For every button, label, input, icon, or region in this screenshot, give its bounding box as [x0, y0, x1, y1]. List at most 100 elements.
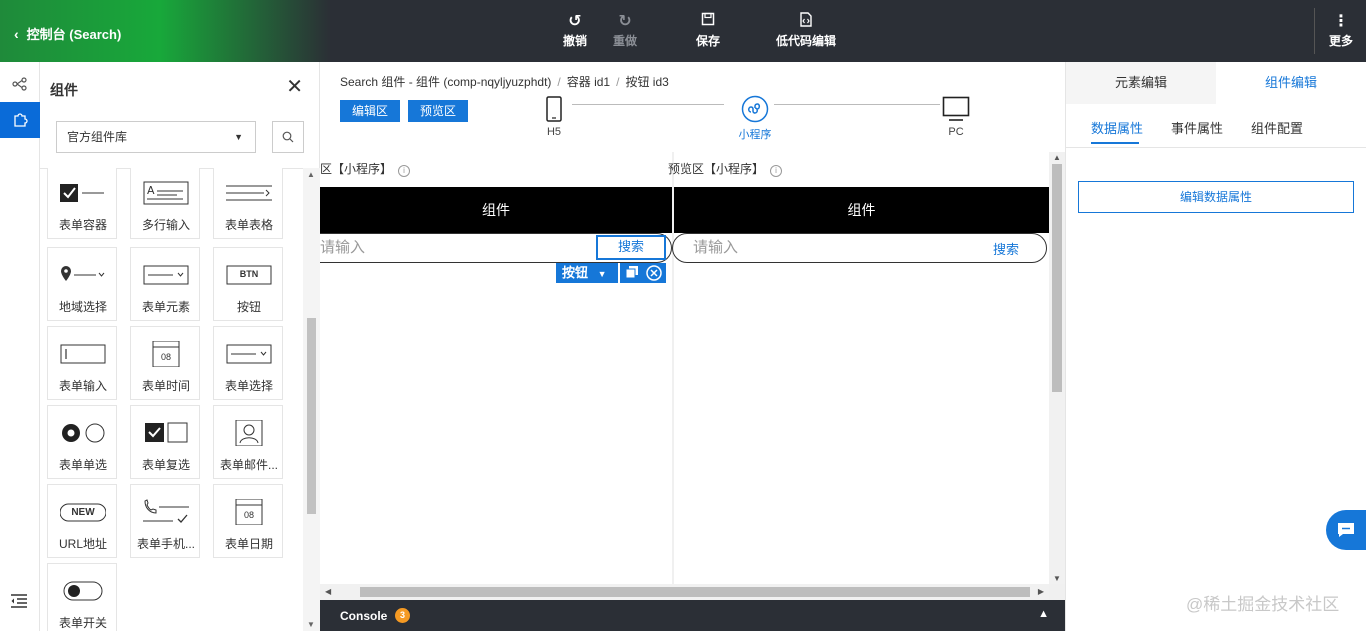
component-card-form-element[interactable]: 表单元素 — [130, 247, 200, 321]
collapse-menu-icon[interactable] — [10, 594, 28, 613]
scroll-down-arrow-icon[interactable]: ▼ — [307, 620, 315, 629]
breadcrumb-button[interactable]: 按钮 id3 — [625, 75, 668, 89]
redo-button[interactable]: ↻ 重做 — [595, 12, 655, 49]
component-card-form-table[interactable]: 表单表格 — [213, 168, 283, 239]
component-card-date[interactable]: 08 表单日期 — [213, 484, 283, 558]
scroll-right-arrow-icon[interactable]: ▶ — [1038, 587, 1044, 596]
device-miniapp[interactable]: 小程序 — [735, 92, 775, 142]
component-card-region-select[interactable]: 地域选择 — [47, 247, 117, 321]
component-card-radio[interactable]: 表单单选 — [47, 405, 117, 479]
breadcrumb-container[interactable]: 容器 id1 — [567, 75, 610, 89]
component-card-form-input[interactable]: 表单输入 — [47, 326, 117, 400]
breadcrumb-root[interactable]: Search 组件 - 组件 (comp-nqyljyuzphdt) — [340, 75, 551, 89]
scroll-up-arrow-icon[interactable]: ▲ — [1053, 153, 1061, 162]
panel-scrollbar-thumb[interactable] — [307, 318, 316, 514]
close-icon[interactable]: ✕ — [286, 74, 303, 99]
save-button[interactable]: 保存 — [678, 12, 738, 49]
info-icon[interactable]: i — [770, 165, 783, 177]
preview-view: 预览区【小程序】 i 组件 请输入 搜索 — [668, 152, 1049, 600]
component-toolbar-label[interactable]: 按钮 ▼ — [556, 263, 618, 283]
canvas-horizontal-scrollbar[interactable]: ◀ ▶ — [320, 584, 1049, 600]
subtab-component-config[interactable]: 组件配置 — [1251, 118, 1303, 137]
subtab-event-props[interactable]: 事件属性 — [1171, 118, 1223, 137]
selected-search-button[interactable]: 搜索 — [596, 235, 666, 260]
component-card-label: 多行输入 — [141, 218, 190, 232]
chevron-left-icon: ‹ — [14, 25, 19, 42]
panel-scrollbar[interactable]: ▲ ▼ — [303, 168, 320, 631]
canvas-horizontal-scrollbar-thumb[interactable] — [360, 587, 1030, 597]
url-thumb-text: NEW — [71, 507, 95, 518]
scroll-down-arrow-icon[interactable]: ▼ — [1053, 574, 1061, 583]
component-card-label: 按钮 — [236, 300, 261, 314]
component-card-label: 表单复选 — [141, 458, 190, 472]
form-time-icon: 08 — [143, 340, 189, 368]
edit-view[interactable]: 区【小程序】 i 组件 请输入 搜索 按钮 ▼ — [320, 152, 672, 600]
component-card-label: 表单输入 — [58, 379, 107, 393]
more-label: 更多 — [1328, 34, 1353, 48]
component-card-label: 表单手机... — [136, 537, 195, 551]
subtab-data-props[interactable]: 数据属性 — [1091, 118, 1143, 137]
edit-zone-tab[interactable]: 编辑区 — [340, 100, 400, 122]
tab-component-edit[interactable]: 组件编辑 — [1216, 62, 1366, 104]
region-select-icon — [60, 262, 106, 288]
search-icon — [282, 131, 294, 143]
chat-button[interactable] — [1326, 510, 1366, 550]
console-bar[interactable]: Console 3 ▲ — [320, 600, 1065, 631]
component-search-button[interactable] — [272, 121, 304, 153]
lowcode-edit-button[interactable]: 低代码编辑 — [766, 12, 846, 49]
device-h5[interactable]: H5 — [534, 92, 574, 138]
edit-view-label-text: 区【小程序】 — [320, 162, 393, 176]
left-rail — [0, 62, 40, 631]
component-panel: 组件 ✕ 官方组件库 ▼ 表单容器 A 多行输入 表单表格 地域选择 表单元素 … — [40, 62, 320, 631]
component-card-phone[interactable]: 表单手机... — [130, 484, 200, 558]
copy-icon[interactable] — [625, 265, 639, 285]
button-icon: BTN — [226, 262, 272, 288]
edit-data-props-button[interactable]: 编辑数据属性 — [1078, 181, 1354, 213]
preview-search-button[interactable]: 搜索 — [993, 236, 1019, 264]
info-icon[interactable]: i — [398, 165, 411, 177]
svg-text:A: A — [147, 184, 155, 197]
preview-zone-tab[interactable]: 预览区 — [408, 100, 468, 122]
more-button[interactable]: ⋮ 更多 — [1311, 12, 1366, 49]
library-select[interactable]: 官方组件库 ▼ — [56, 121, 256, 153]
radio-icon — [60, 420, 106, 446]
component-card-form-container[interactable]: 表单容器 — [47, 168, 117, 239]
back-button[interactable]: ‹ 控制台 (Search) — [14, 24, 121, 43]
component-card-checkbox[interactable]: 表单复选 — [130, 405, 200, 479]
console-badge: 3 — [395, 608, 410, 623]
component-card-switch[interactable]: 表单开关 — [47, 563, 117, 631]
edit-view-label: 区【小程序】 i — [320, 160, 411, 177]
component-puzzle-icon[interactable] — [0, 102, 40, 138]
breadcrumb: Search 组件 - 组件 (comp-nqyljyuzphdt) / 容器 id… — [340, 75, 669, 89]
component-card-email[interactable]: 表单邮件... — [213, 405, 283, 479]
scroll-up-arrow-icon[interactable]: ▲ — [307, 170, 315, 179]
canvas-vertical-scrollbar[interactable]: ▲ ▼ — [1049, 152, 1065, 584]
more-vertical-icon: ⋮ — [1333, 13, 1349, 30]
device-miniapp-label: 小程序 — [738, 129, 772, 141]
button-thumb-text: BTN — [239, 269, 259, 279]
delete-circle-icon[interactable] — [646, 265, 662, 287]
tree-structure-icon[interactable] — [0, 66, 40, 102]
component-card-form-time[interactable]: 08 表单时间 — [130, 326, 200, 400]
chat-icon — [1338, 523, 1354, 537]
phone-icon — [143, 499, 189, 525]
edit-navbar[interactable]: 组件 — [320, 187, 672, 233]
component-card-url[interactable]: NEW URL地址 — [47, 484, 117, 558]
preview-search-bar[interactable]: 请输入 搜索 — [672, 233, 1047, 263]
component-card-label: 表单时间 — [141, 379, 190, 393]
chevron-up-icon[interactable]: ▲ — [1038, 608, 1049, 620]
canvas-vertical-scrollbar-thumb[interactable] — [1052, 164, 1062, 392]
checkbox-icon — [143, 420, 189, 446]
tab-element-edit[interactable]: 元素编辑 — [1066, 62, 1216, 104]
preview-search-placeholder: 请输入 — [693, 239, 739, 256]
component-card-form-select[interactable]: 表单选择 — [213, 326, 283, 400]
device-connector — [572, 104, 724, 105]
component-card-button[interactable]: BTN 按钮 — [213, 247, 283, 321]
device-pc[interactable]: PC — [936, 92, 976, 138]
component-card-textarea[interactable]: A 多行输入 — [130, 168, 200, 239]
device-connector — [774, 104, 940, 105]
date-icon: 08 — [226, 498, 272, 526]
component-card-label: 表单单选 — [58, 458, 107, 472]
device-h5-label: H5 — [546, 126, 562, 138]
scroll-left-arrow-icon[interactable]: ◀ — [325, 587, 331, 596]
